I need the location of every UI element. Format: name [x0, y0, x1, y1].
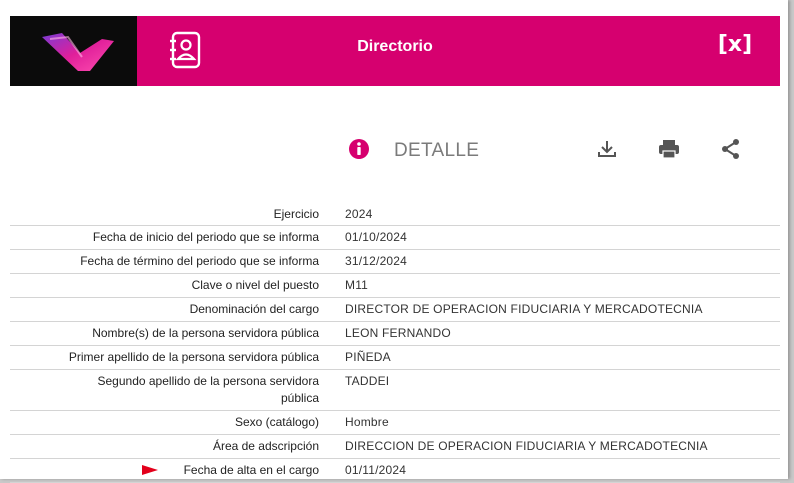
row-label: Área de adscripción — [212, 439, 319, 453]
table-row: Ejercicio 2024 — [10, 203, 780, 226]
row-value: DIRECCION DE OPERACION FIDUCIARIA Y MERC… — [345, 439, 708, 453]
modal-title: Directorio — [357, 38, 433, 55]
row-label: Fecha de término del periodo que se info… — [80, 254, 319, 268]
modal-header: Directorio [x] — [10, 16, 780, 86]
row-value: Hombre — [345, 415, 389, 429]
row-value: 01/11/2024 — [345, 463, 407, 477]
table-row: Primer apellido de la persona servidora … — [10, 346, 780, 370]
detail-toolbar: DETALLE — [0, 133, 788, 165]
close-icon[interactable]: [x] — [718, 32, 752, 57]
table-row: Área de adscripción DIRECCION DE OPERACI… — [10, 435, 780, 459]
table-row: Fecha de término del periodo que se info… — [10, 250, 780, 274]
table-row: Segundo apellido de la persona servidora… — [10, 370, 780, 411]
table-row: Sexo (catálogo) Hombre — [10, 411, 780, 435]
row-value: 2024 — [345, 207, 373, 221]
directory-modal: Directorio [x] DETALLE Ejercicio 2024 Fe… — [0, 0, 788, 483]
table-row: Fecha de inicio del periodo que se infor… — [10, 226, 780, 250]
row-label: Fecha de alta en el cargo — [183, 463, 319, 477]
row-value: TADDEI — [345, 374, 390, 388]
row-value: M11 — [345, 278, 369, 292]
row-value: 01/10/2024 — [345, 230, 408, 244]
detail-label: DETALLE — [394, 140, 480, 161]
print-icon[interactable] — [657, 138, 681, 160]
share-icon[interactable] — [720, 138, 742, 160]
row-label: Nombre(s) de la persona servidora públic… — [92, 326, 319, 340]
row-value: PIÑEDA — [345, 350, 391, 364]
close-button[interactable]: [x] — [716, 33, 754, 59]
row-value: LEON FERNANDO — [345, 326, 451, 340]
row-label: Primer apellido de la persona servidora … — [68, 350, 319, 364]
row-value: DIRECTOR DE OPERACION FIDUCIARIA Y MERCA… — [345, 302, 703, 316]
row-label: Clave o nivel del puesto — [191, 278, 319, 292]
row-value: 31/12/2024 — [345, 254, 408, 268]
table-row: Fecha de alta en el cargo 01/11/2024 — [10, 459, 780, 483]
row-label: Fecha de inicio del periodo que se infor… — [92, 230, 319, 244]
table-row: Denominación del cargo DIRECTOR DE OPERA… — [10, 298, 780, 322]
row-label: Ejercicio — [273, 207, 319, 221]
detail-table: Ejercicio 2024 Fecha de inicio del perio… — [10, 203, 780, 483]
table-row: Clave o nivel del puesto M11 — [10, 274, 780, 298]
info-icon — [349, 139, 369, 159]
table-row: Nombre(s) de la persona servidora públic… — [10, 322, 780, 346]
download-icon[interactable] — [596, 138, 618, 160]
row-label: Sexo (catálogo) — [234, 415, 319, 429]
row-label: Segundo apellido de la persona servidora… — [97, 374, 320, 405]
row-label: Denominación del cargo — [189, 302, 319, 316]
